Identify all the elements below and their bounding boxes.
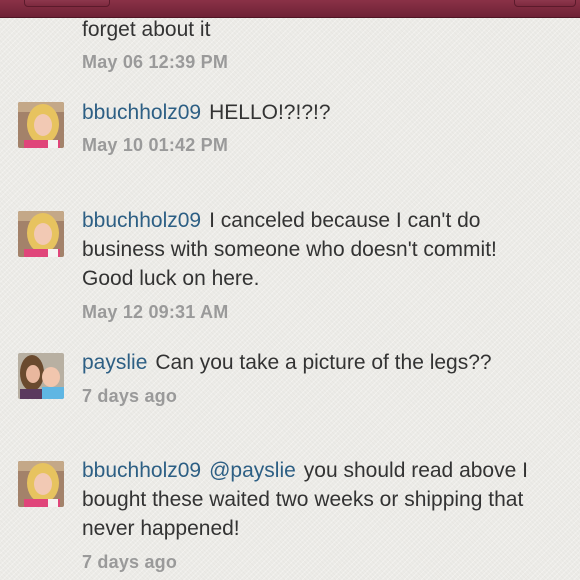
comment-username[interactable]: payslie [82,351,147,374]
comment-timestamp: May 12 09:31 AM [82,302,229,322]
comment-body: bbuchholz09 HELLO!?!?!? [82,98,552,127]
comment-text: HELLO!?!?!? [209,101,331,124]
blonde-woman-avatar-icon [18,211,64,257]
comment-timestamp: 7 days ago [82,552,178,572]
blonde-woman-avatar-icon [18,461,64,507]
comment-mention[interactable]: @payslie [209,459,296,482]
comment-timestamp: May 10 01:42 PM [82,135,229,155]
user-avatar[interactable] [18,211,64,257]
back-button[interactable] [24,0,110,7]
user-avatar[interactable] [18,102,64,148]
comment-text: Can you take a picture of the legs?? [155,351,492,374]
blonde-woman-avatar-icon [18,102,64,148]
mother-child-avatar-icon [18,353,64,399]
comment-body: forget about it [82,15,552,44]
comment-username[interactable]: bbuchholz09 [82,101,201,124]
comment-body: bbuchholz09 I canceled because I can't do… [82,206,552,293]
action-button[interactable] [514,0,576,7]
comment-username[interactable]: bbuchholz09 [82,459,201,482]
comment-body: payslie Can you take a picture of the leg… [82,348,552,377]
user-avatar[interactable] [18,353,64,399]
comment-username[interactable]: bbuchholz09 [82,209,201,232]
comment-text: forget about it [82,18,211,41]
comment-body: bbuchholz09 @payslie you should read above… [82,456,552,543]
user-avatar[interactable] [18,461,64,507]
comment-timestamp: 7 days ago [82,386,178,406]
comment-timestamp: May 06 12:39 PM [82,52,229,72]
